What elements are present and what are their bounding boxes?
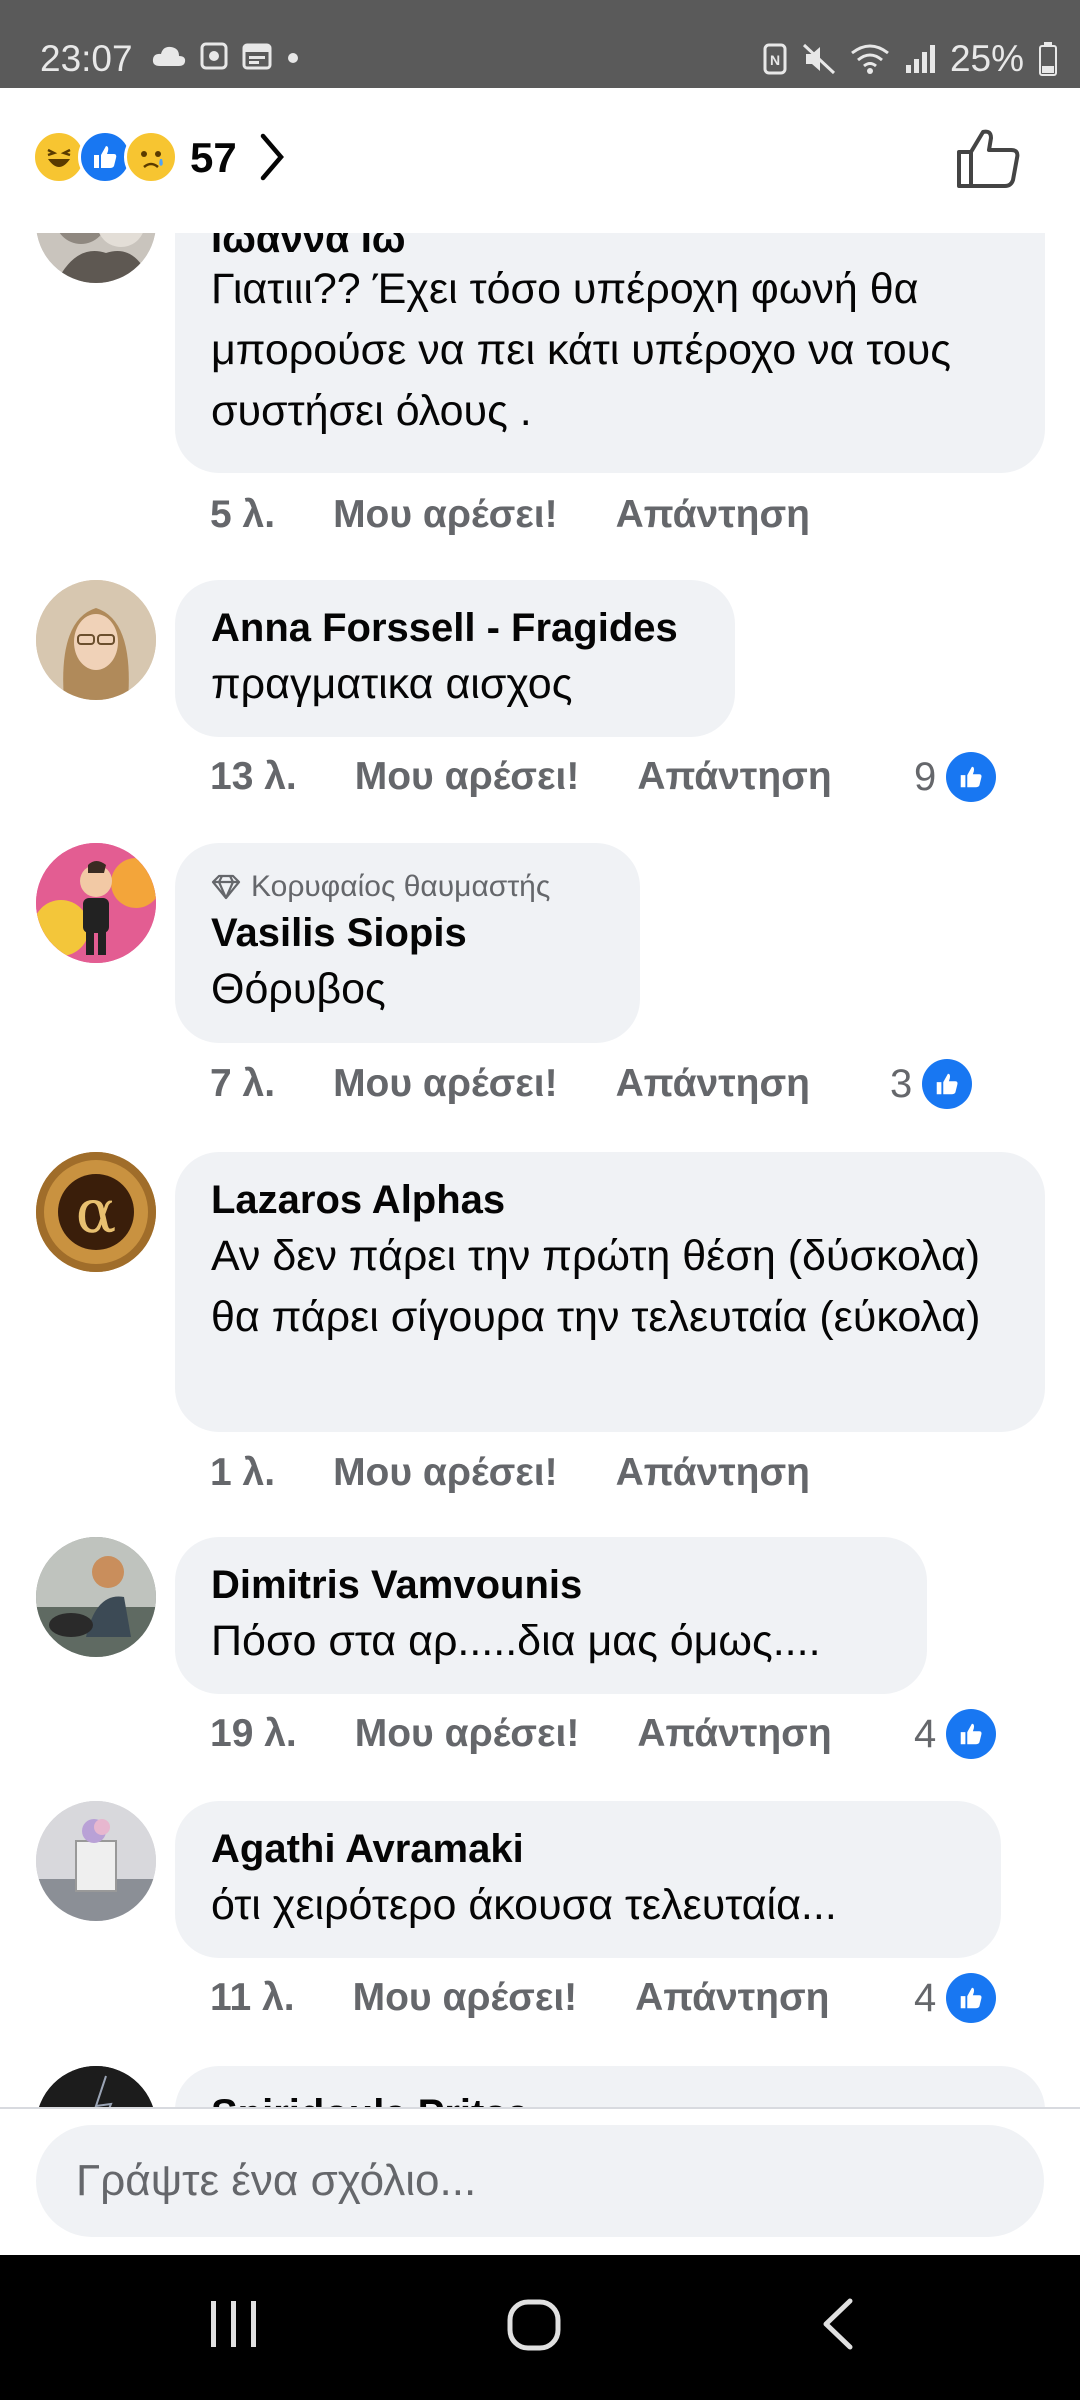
comment-author[interactable]: Spiridoula Pritsa <box>211 2088 1009 2107</box>
reactions-bar: 57 <box>0 88 1080 233</box>
avatar[interactable] <box>36 1801 156 1921</box>
comment-composer <box>0 2107 1080 2257</box>
status-bar: 23:07 N 25% <box>0 0 1080 88</box>
like-badge-icon <box>946 1709 997 1759</box>
reply-action[interactable]: Απάντηση <box>616 1451 810 1494</box>
comment-bubble[interactable]: Ιωάννα Ιω Γιατιιι?? Έχει τόσο υπέροχη φω… <box>175 233 1045 473</box>
svg-text:α: α <box>76 1177 117 1247</box>
reaction-emojis[interactable] <box>32 130 178 184</box>
app-icon <box>200 42 228 70</box>
comment-time: 1 λ. <box>210 1451 276 1494</box>
nfc-icon: N <box>763 43 787 75</box>
reaction-count[interactable]: 57 <box>190 134 237 182</box>
wifi-icon <box>851 44 889 74</box>
like-count[interactable]: 4 <box>914 1973 997 2023</box>
like-badge-icon <box>946 752 997 802</box>
dot-icon <box>288 53 298 63</box>
comment-text: ότι χειρότερο άκουσα τελευταία... <box>211 1881 837 1929</box>
like-count[interactable]: 4 <box>914 1709 997 1759</box>
home-icon[interactable] <box>505 2295 565 2355</box>
like-action[interactable]: Μου αρέσει! <box>333 1062 558 1105</box>
comment-author[interactable]: Agathi Avramaki <box>211 1823 965 1875</box>
signal-icon <box>905 45 935 73</box>
reply-action[interactable]: Απάντηση <box>616 1062 810 1105</box>
comment-time: 13 λ. <box>210 755 297 798</box>
comment-bubble[interactable]: Agathi Avramaki ότι χειρότερο άκουσα τελ… <box>175 1801 1001 1958</box>
comment-actions: 5 λ. Μου αρέσει! Απάντηση <box>210 493 868 537</box>
comment-input[interactable] <box>36 2125 1044 2237</box>
like-count[interactable]: 3 <box>890 1059 973 1109</box>
comment-author[interactable]: Vasilis Siopis <box>211 907 604 959</box>
like-badge-icon <box>922 1059 973 1109</box>
like-action[interactable]: Μου αρέσει! <box>355 1712 580 1755</box>
battery-icon <box>1039 42 1057 76</box>
like-count[interactable]: 9 <box>914 752 997 802</box>
comment-text: πραγματικα αισχος <box>211 660 573 708</box>
comment-bubble[interactable]: Spiridoula Pritsa <box>175 2066 1045 2107</box>
comment-actions: 1 λ. Μου αρέσει! Απάντηση <box>210 1451 868 1495</box>
cloud-icon <box>152 46 186 66</box>
comment-actions: 13 λ. Μου αρέσει! Απάντηση <box>210 755 890 799</box>
comment-actions: 19 λ. Μου αρέσει! Απάντηση <box>210 1712 890 1756</box>
comments-list[interactable]: Ιωάννα Ιω Γιατιιι?? Έχει τόσο υπέροχη φω… <box>0 233 1080 2107</box>
top-fan-label: Κορυφαίος θαυμαστής <box>251 870 551 903</box>
comment-text: Αν δεν πάρει την πρώτη θέση (δύσκολα) θα… <box>211 1232 981 1341</box>
avatar[interactable] <box>36 1537 156 1657</box>
comment-bubble[interactable]: Dimitris Vamvounis Πόσο στα αρ.....δια μ… <box>175 1537 927 1694</box>
comment-bubble[interactable]: Lazaros Alphas Αν δεν πάρει την πρώτη θέ… <box>175 1152 1045 1432</box>
comment-author[interactable]: Dimitris Vamvounis <box>211 1559 891 1611</box>
comment-time: 7 λ. <box>210 1062 276 1105</box>
like-count-value: 4 <box>914 1975 937 2020</box>
system-nav-bar <box>0 2255 1080 2400</box>
comment-time: 5 λ. <box>210 493 276 536</box>
comment-text: Πόσο στα αρ.....δια μας όμως.... <box>211 1617 821 1665</box>
like-button-icon[interactable] <box>955 126 1023 190</box>
avatar[interactable] <box>36 2066 156 2107</box>
mute-icon <box>802 43 835 75</box>
sad-emoji-icon <box>124 130 178 184</box>
comment-bubble[interactable]: Κορυφαίος θαυμαστής Vasilis Siopis Θόρυβ… <box>175 843 640 1043</box>
like-badge-icon <box>946 1973 997 2023</box>
status-left-icons <box>152 42 300 70</box>
comment-author[interactable]: Lazaros Alphas <box>211 1174 1009 1226</box>
reply-action[interactable]: Απάντηση <box>616 493 810 536</box>
like-action[interactable]: Μου αρέσει! <box>333 1451 558 1494</box>
like-action[interactable]: Μου αρέσει! <box>353 1976 578 2019</box>
comment-time: 11 λ. <box>210 1976 295 2019</box>
comment-author[interactable]: Ιωάννα Ιω <box>211 233 1009 259</box>
recents-icon[interactable] <box>205 2295 265 2355</box>
comment-text: Θόρυβος <box>211 965 386 1013</box>
like-action[interactable]: Μου αρέσει! <box>355 755 580 798</box>
avatar[interactable] <box>36 580 156 700</box>
reply-action[interactable]: Απάντηση <box>637 755 831 798</box>
like-action[interactable]: Μου αρέσει! <box>333 493 558 536</box>
calendar-icon <box>242 43 272 70</box>
like-count-value: 3 <box>890 1061 913 1106</box>
svg-text:N: N <box>770 52 780 68</box>
diamond-icon <box>211 874 241 900</box>
top-fan-badge: Κορυφαίος θαυμαστής <box>211 867 604 907</box>
like-count-value: 9 <box>914 754 937 799</box>
comment-author[interactable]: Anna Forssell - Fragides <box>211 602 699 654</box>
reply-action[interactable]: Απάντηση <box>637 1712 831 1755</box>
avatar[interactable] <box>36 233 156 283</box>
comment-actions: 11 λ. Μου αρέσει! Απάντηση <box>210 1976 888 2020</box>
status-right: N 25% <box>762 38 1058 80</box>
comment-bubble[interactable]: Anna Forssell - Fragides πραγματικα αισχ… <box>175 580 735 737</box>
comment-text: Γιατιιι?? Έχει τόσο υπέροχη φωνή θα μπορ… <box>211 265 951 435</box>
reply-action[interactable]: Απάντηση <box>635 1976 829 2019</box>
chevron-right-icon[interactable] <box>258 132 286 182</box>
comment-time: 19 λ. <box>210 1712 297 1755</box>
back-icon[interactable] <box>810 2295 870 2355</box>
battery-percent: 25% <box>949 38 1024 79</box>
avatar[interactable]: α <box>36 1152 156 1272</box>
avatar[interactable] <box>36 843 156 963</box>
comment-actions: 7 λ. Μου αρέσει! Απάντηση <box>210 1062 868 1106</box>
like-count-value: 4 <box>914 1711 937 1756</box>
status-time: 23:07 <box>40 38 133 79</box>
